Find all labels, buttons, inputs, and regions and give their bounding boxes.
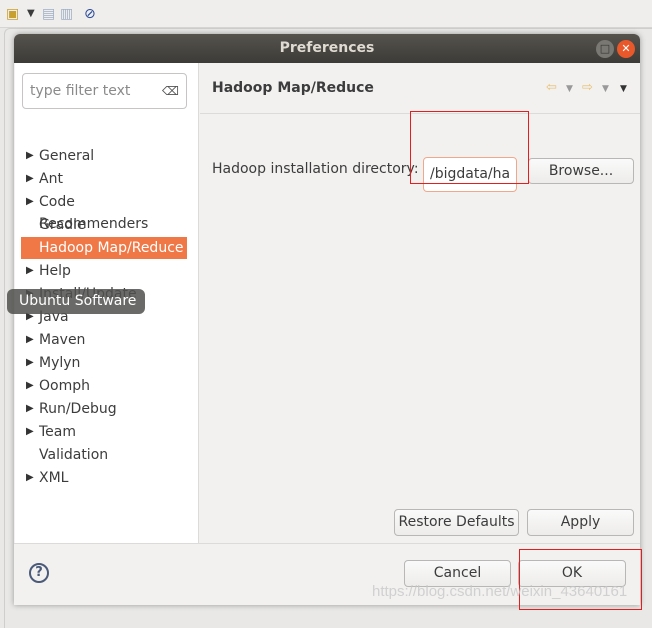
browse-button[interactable]: Browse... [528,158,634,184]
eclipse-toolbar: ▣ ▼ ▤ ▥ ⊘ [0,0,652,28]
clear-filter-icon[interactable]: ⌫ [162,74,179,108]
dock-tooltip: Ubuntu Software [7,289,145,314]
forward-icon[interactable]: ⇨ [582,80,593,95]
tree-item-label: Run/Debug [39,401,117,417]
apply-button[interactable]: Apply [527,509,634,536]
expand-arrow-icon[interactable]: ▶ [26,191,34,213]
tree-item[interactable]: ▶ Help [21,260,187,282]
preference-page: Hadoop Map/Reduce ⇦ ▼ ⇨ ▼ ▼ Hadoop insta… [200,63,640,543]
expand-arrow-icon[interactable]: ▶ [26,168,34,190]
dropdown-icon[interactable]: ▼ [27,5,35,23]
expand-arrow-icon[interactable]: ▶ [26,145,34,167]
dialog-title: Preferences [279,40,375,56]
new-wizard-icon[interactable]: ▣ [6,5,19,23]
tree-item-label: Validation [39,447,109,463]
title-bar: Preferences □ ✕ [14,34,640,63]
tree-item[interactable]: ▶ Mylyn [21,352,187,374]
forward-menu-icon[interactable]: ▼ [602,84,609,94]
skip-breakpoints-icon[interactable]: ⊘ [84,5,96,23]
expand-arrow-icon[interactable]: ▶ [26,329,34,351]
save-all-icon[interactable]: ▥ [60,5,73,23]
expand-arrow-icon[interactable]: ▶ [26,375,34,397]
tree-item[interactable]: ▶ Ant [21,168,187,190]
tree-item[interactable]: ▶ Team [21,421,187,443]
filter-input[interactable]: type filter text ⌫ [22,73,187,109]
expand-arrow-icon[interactable]: ▶ [26,421,34,443]
tree-item-label: Mylyn [39,355,81,371]
tree-item-label: XML [39,470,69,486]
hadoop-dir-label: Hadoop installation directory: [212,161,419,177]
preferences-dialog: Preferences □ ✕ type filter text ⌫ ▶ Gene… [14,34,640,605]
divider [200,113,640,114]
tree-item[interactable]: ▶ General [21,145,187,167]
tree-item[interactable]: ▶ Run/Debug [21,398,187,420]
restore-defaults-button[interactable]: Restore Defaults [394,509,519,536]
tree-item-label: Maven [39,332,86,348]
tree-item-label: Help [39,263,71,279]
filter-placeholder: type filter text [30,83,131,99]
expand-arrow-icon[interactable]: ▶ [26,352,34,374]
close-icon[interactable]: ✕ [617,40,635,58]
expand-arrow-icon[interactable]: ▶ [26,260,34,282]
watermark: https://blog.csdn.net/weixin_43640161 [372,583,628,600]
save-icon[interactable]: ▤ [42,5,55,23]
help-icon[interactable]: ? [29,563,49,583]
tree-item-label: Hadoop Map/Reduce [39,240,184,256]
tree-item-label: Oomph [39,378,90,394]
tree-item[interactable]: Hadoop Map/Reduce [21,237,187,259]
expand-arrow-icon[interactable]: ▶ [26,467,34,489]
tree-item[interactable]: ▶ Oomph [21,375,187,397]
tree-item-label: Team [39,424,77,440]
divider [14,543,640,544]
hadoop-dir-input[interactable]: /bigdata/ha [423,157,517,192]
tree-item[interactable]: Validation [21,444,187,466]
tree-item[interactable]: ▶ Maven [21,329,187,351]
back-icon[interactable]: ⇦ [546,80,557,95]
tree-item[interactable]: ▶ XML [21,467,187,489]
expand-arrow-icon[interactable]: ▶ [26,398,34,420]
tree-item[interactable]: ▶ Code Recommenders [21,191,187,232]
view-menu-icon[interactable]: ▼ [620,84,627,94]
page-title: Hadoop Map/Reduce [212,80,374,96]
tree-item[interactable]: Gradle [21,214,187,236]
back-menu-icon[interactable]: ▼ [566,84,573,94]
tree-item-label: Ant [39,171,63,187]
maximize-icon[interactable]: □ [596,40,614,58]
tree-item-label: General [39,148,95,164]
tree-item-label: Gradle [39,217,86,233]
